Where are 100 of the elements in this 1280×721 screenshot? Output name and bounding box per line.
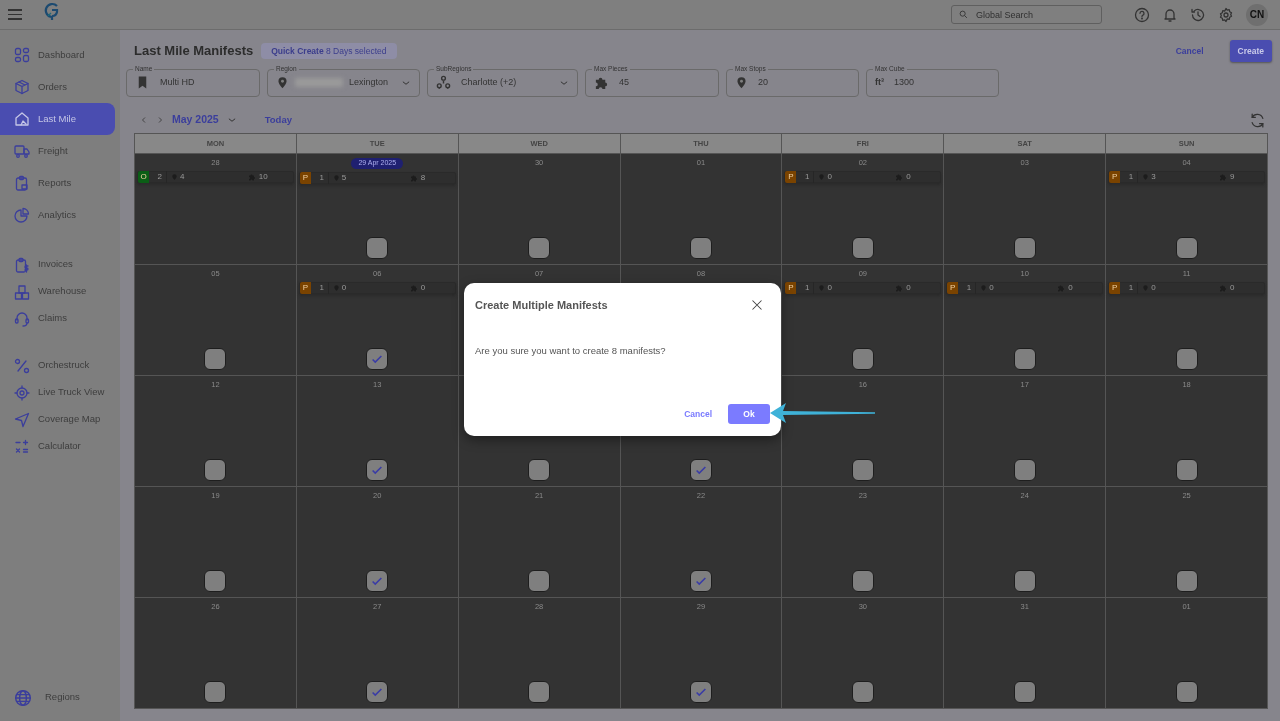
checkbox[interactable] [1013, 348, 1036, 370]
chevron-down-icon[interactable] [226, 115, 237, 125]
checkbox[interactable] [1013, 681, 1036, 703]
manifest-summary: P 1 0 0 [784, 282, 942, 294]
calculator-icon [14, 438, 30, 455]
checkbox[interactable] [1175, 459, 1198, 481]
checkbox[interactable] [851, 681, 874, 703]
checkbox[interactable] [690, 570, 712, 592]
unit-label: ft³ [875, 76, 884, 89]
checkbox[interactable] [366, 348, 389, 370]
sidebar-item[interactable]: Coverage Map [0, 406, 115, 433]
checkbox[interactable] [1013, 237, 1036, 259]
manifest-summary: P 1 0 0 [784, 171, 942, 183]
sidebar-item[interactable]: Regions [0, 684, 115, 711]
manifest-summary: P 1 0 0 [946, 282, 1104, 294]
target-icon [14, 384, 30, 401]
checkbox[interactable] [1175, 570, 1198, 592]
checkbox[interactable] [528, 459, 551, 481]
checkbox[interactable] [204, 348, 227, 370]
checkbox[interactable] [851, 459, 874, 481]
sidebar-item[interactable]: Freight [0, 135, 115, 167]
manifest-summary: P 1 0 0 [1108, 282, 1265, 294]
checkbox[interactable] [851, 348, 874, 370]
puzzle-icon [594, 75, 609, 91]
cancel-button[interactable]: Cancel [1175, 44, 1204, 58]
grid-icon [14, 47, 30, 63]
selection-badge: Quick Create 8 Days selected [261, 42, 397, 60]
checkbox[interactable] [851, 570, 874, 592]
bell-icon[interactable] [1162, 6, 1178, 23]
checkbox[interactable] [1175, 681, 1198, 703]
create-button[interactable]: Create [1229, 39, 1272, 63]
checkbox[interactable] [528, 237, 551, 259]
sidebar-item[interactable]: Orchestruck [0, 352, 115, 379]
search-icon [959, 10, 968, 19]
checkbox[interactable] [1175, 348, 1198, 370]
checkbox[interactable] [204, 681, 227, 703]
sidebar-item[interactable]: Orders [0, 71, 115, 103]
status-badge: P [785, 282, 797, 294]
pie-chart-icon [14, 207, 30, 223]
pins-icon [436, 75, 451, 91]
checkbox[interactable] [1013, 459, 1036, 481]
status-badge: P [785, 171, 797, 183]
house-icon [14, 111, 30, 127]
checkbox[interactable] [690, 681, 712, 703]
checkbox[interactable] [204, 570, 227, 592]
navigation-icon [14, 411, 30, 428]
manifest-summary: P 1 5 8 [298, 171, 456, 184]
checkbox[interactable] [366, 681, 389, 703]
help-icon[interactable] [1134, 6, 1150, 23]
clipboard-icon [14, 175, 30, 191]
checkbox[interactable] [204, 459, 227, 481]
globe-icon [14, 688, 32, 707]
sidebar-item[interactable]: Claims [0, 305, 115, 332]
history-icon[interactable] [1190, 6, 1206, 23]
sidebar-item[interactable]: Live Truck View [0, 379, 115, 406]
sidebar-item[interactable]: Reports [0, 167, 115, 199]
checkbox[interactable] [1013, 570, 1036, 592]
sidebar-item[interactable]: Last Mile [0, 103, 115, 135]
status-badge: P [1109, 282, 1121, 294]
truck-icon [14, 143, 30, 159]
page-title: Last Mile Manifests [134, 42, 254, 61]
status-badge: P [947, 282, 959, 294]
checkbox[interactable] [1175, 237, 1198, 259]
manifest-summary: O 2 4 10 [137, 171, 294, 183]
pin-icon [276, 75, 289, 91]
sidebar-item[interactable]: Invoices [0, 251, 115, 278]
status-badge: P [299, 171, 311, 184]
ok-button[interactable]: Ok [728, 404, 770, 424]
checkbox[interactable] [690, 237, 712, 259]
cancel-button[interactable]: Cancel [684, 407, 712, 421]
checkbox[interactable] [851, 237, 874, 259]
status-badge: O [138, 171, 149, 183]
headset-icon [14, 310, 30, 327]
today-button[interactable]: Today [264, 112, 292, 128]
checkbox[interactable] [366, 459, 389, 481]
status-badge: P [299, 282, 311, 294]
avatar[interactable]: CN [1246, 3, 1268, 26]
sidebar-item[interactable]: Calculator [0, 433, 115, 460]
checkbox[interactable] [690, 459, 712, 481]
sidebar-item[interactable]: Warehouse [0, 278, 115, 305]
menu-icon[interactable] [8, 9, 22, 20]
checkbox[interactable] [366, 570, 389, 592]
dialog-title: Create Multiple Manifests [475, 298, 609, 313]
sidebar-item[interactable]: Analytics [0, 199, 115, 231]
box-icon [14, 79, 30, 95]
checkbox[interactable] [528, 570, 551, 592]
sidebar-item[interactable]: Dashboard [0, 39, 115, 71]
checkbox[interactable] [528, 681, 551, 703]
search-field[interactable]: Global Search [951, 5, 1102, 24]
checkbox[interactable] [366, 237, 389, 259]
close-icon[interactable] [751, 299, 763, 312]
settings-icon[interactable] [1218, 6, 1234, 23]
refresh-icon[interactable] [1249, 111, 1266, 129]
month-label: May 2025 [172, 112, 219, 128]
invoice-icon [14, 256, 30, 273]
logo-icon[interactable] [43, 0, 61, 21]
manifest-summary: P 1 0 0 [298, 282, 456, 294]
pin-icon [735, 75, 748, 91]
dialog-message: Are you sure you want to create 8 manifests? [475, 343, 667, 358]
status-badge: P [1109, 171, 1121, 183]
